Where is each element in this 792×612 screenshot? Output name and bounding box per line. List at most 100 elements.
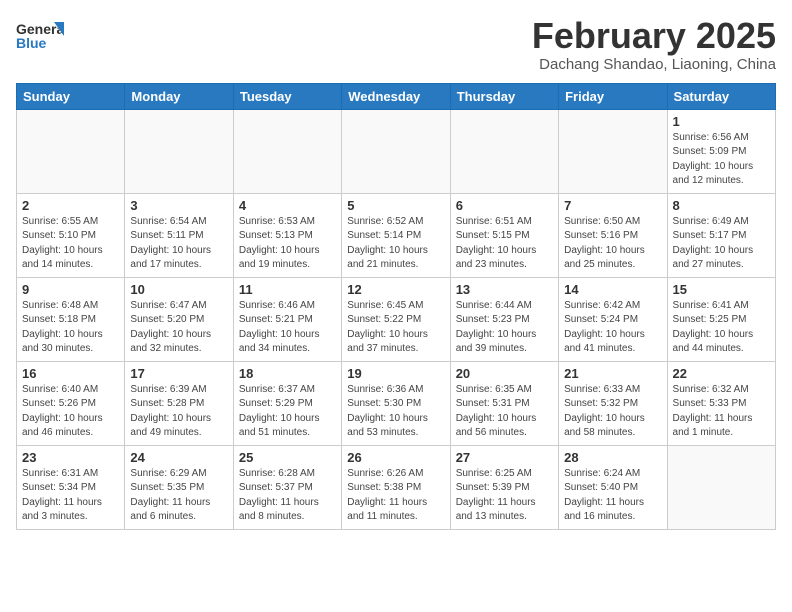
day-info: Sunrise: 6:47 AM Sunset: 5:20 PM Dayligh…	[130, 299, 227, 357]
day-info: Sunrise: 6:32 AM Sunset: 5:33 PM Dayligh…	[673, 383, 770, 441]
day-info: Sunrise: 6:33 AM Sunset: 5:32 PM Dayligh…	[564, 383, 661, 441]
calendar-header-row: SundayMondayTuesdayWednesdayThursdayFrid…	[17, 83, 776, 109]
day-number: 4	[239, 198, 336, 213]
day-info: Sunrise: 6:25 AM Sunset: 5:39 PM Dayligh…	[456, 467, 553, 525]
day-cell: 4 Sunrise: 6:53 AM Sunset: 5:13 PM Daylig…	[233, 193, 341, 277]
svg-text:Blue: Blue	[16, 35, 47, 51]
week-row-4: 23 Sunrise: 6:31 AM Sunset: 5:34 PM Dayli…	[17, 445, 776, 529]
day-info: Sunrise: 6:55 AM Sunset: 5:10 PM Dayligh…	[22, 215, 119, 273]
day-number: 3	[130, 198, 227, 213]
day-number: 17	[130, 366, 227, 381]
day-cell: 5 Sunrise: 6:52 AM Sunset: 5:14 PM Daylig…	[342, 193, 450, 277]
day-info: Sunrise: 6:46 AM Sunset: 5:21 PM Dayligh…	[239, 299, 336, 357]
col-header-tuesday: Tuesday	[233, 83, 341, 109]
day-number: 8	[673, 198, 770, 213]
day-info: Sunrise: 6:26 AM Sunset: 5:38 PM Dayligh…	[347, 467, 444, 525]
day-info: Sunrise: 6:42 AM Sunset: 5:24 PM Dayligh…	[564, 299, 661, 357]
week-row-3: 16 Sunrise: 6:40 AM Sunset: 5:26 PM Dayli…	[17, 361, 776, 445]
day-info: Sunrise: 6:49 AM Sunset: 5:17 PM Dayligh…	[673, 215, 770, 273]
month-year-title: February 2025	[532, 16, 776, 56]
day-cell: 16 Sunrise: 6:40 AM Sunset: 5:26 PM Dayli…	[17, 361, 125, 445]
day-number: 20	[456, 366, 553, 381]
day-cell: 18 Sunrise: 6:37 AM Sunset: 5:29 PM Dayli…	[233, 361, 341, 445]
day-info: Sunrise: 6:36 AM Sunset: 5:30 PM Dayligh…	[347, 383, 444, 441]
col-header-friday: Friday	[559, 83, 667, 109]
calendar-table: SundayMondayTuesdayWednesdayThursdayFrid…	[16, 83, 776, 530]
day-cell: 9Sunrise: 6:48 AM Sunset: 5:18 PM Daylig…	[17, 277, 125, 361]
day-cell: 22 Sunrise: 6:32 AM Sunset: 5:33 PM Dayli…	[667, 361, 775, 445]
day-info: Sunrise: 6:31 AM Sunset: 5:34 PM Dayligh…	[22, 467, 119, 525]
day-cell: 24 Sunrise: 6:29 AM Sunset: 5:35 PM Dayli…	[125, 445, 233, 529]
day-cell	[559, 109, 667, 193]
day-info: Sunrise: 6:53 AM Sunset: 5:13 PM Dayligh…	[239, 215, 336, 273]
day-number: 18	[239, 366, 336, 381]
day-number: 28	[564, 450, 661, 465]
day-number: 13	[456, 282, 553, 297]
day-cell: 25 Sunrise: 6:28 AM Sunset: 5:37 PM Dayli…	[233, 445, 341, 529]
day-cell: 28 Sunrise: 6:24 AM Sunset: 5:40 PM Dayli…	[559, 445, 667, 529]
day-info: Sunrise: 6:29 AM Sunset: 5:35 PM Dayligh…	[130, 467, 227, 525]
col-header-monday: Monday	[125, 83, 233, 109]
day-number: 15	[673, 282, 770, 297]
day-info: Sunrise: 6:24 AM Sunset: 5:40 PM Dayligh…	[564, 467, 661, 525]
day-number: 14	[564, 282, 661, 297]
day-number: 11	[239, 282, 336, 297]
day-cell	[667, 445, 775, 529]
day-cell: 19 Sunrise: 6:36 AM Sunset: 5:30 PM Dayli…	[342, 361, 450, 445]
day-cell	[233, 109, 341, 193]
day-info: Sunrise: 6:41 AM Sunset: 5:25 PM Dayligh…	[673, 299, 770, 357]
col-header-sunday: Sunday	[17, 83, 125, 109]
day-cell: 15 Sunrise: 6:41 AM Sunset: 5:25 PM Dayli…	[667, 277, 775, 361]
day-info: Sunrise: 6:40 AM Sunset: 5:26 PM Dayligh…	[22, 383, 119, 441]
day-info: Sunrise: 6:39 AM Sunset: 5:28 PM Dayligh…	[130, 383, 227, 441]
day-cell: 14 Sunrise: 6:42 AM Sunset: 5:24 PM Dayli…	[559, 277, 667, 361]
week-row-0: 1 Sunrise: 6:56 AM Sunset: 5:09 PM Daylig…	[17, 109, 776, 193]
day-info: Sunrise: 6:51 AM Sunset: 5:15 PM Dayligh…	[456, 215, 553, 273]
title-block: February 2025 Dachang Shandao, Liaoning,…	[532, 16, 776, 73]
day-number: 21	[564, 366, 661, 381]
day-number: 23	[22, 450, 119, 465]
day-cell: 2Sunrise: 6:55 AM Sunset: 5:10 PM Daylig…	[17, 193, 125, 277]
day-number: 26	[347, 450, 444, 465]
day-number: 25	[239, 450, 336, 465]
day-info: Sunrise: 6:54 AM Sunset: 5:11 PM Dayligh…	[130, 215, 227, 273]
day-info: Sunrise: 6:56 AM Sunset: 5:09 PM Dayligh…	[673, 131, 770, 189]
day-cell: 26 Sunrise: 6:26 AM Sunset: 5:38 PM Dayli…	[342, 445, 450, 529]
day-info: Sunrise: 6:37 AM Sunset: 5:29 PM Dayligh…	[239, 383, 336, 441]
day-number: 10	[130, 282, 227, 297]
day-cell: 20 Sunrise: 6:35 AM Sunset: 5:31 PM Dayli…	[450, 361, 558, 445]
day-info: Sunrise: 6:28 AM Sunset: 5:37 PM Dayligh…	[239, 467, 336, 525]
day-cell: 12 Sunrise: 6:45 AM Sunset: 5:22 PM Dayli…	[342, 277, 450, 361]
day-number: 7	[564, 198, 661, 213]
day-cell: 17 Sunrise: 6:39 AM Sunset: 5:28 PM Dayli…	[125, 361, 233, 445]
day-number: 6	[456, 198, 553, 213]
day-cell: 6 Sunrise: 6:51 AM Sunset: 5:15 PM Daylig…	[450, 193, 558, 277]
day-number: 27	[456, 450, 553, 465]
day-cell	[17, 109, 125, 193]
day-cell: 13Sunrise: 6:44 AM Sunset: 5:23 PM Dayli…	[450, 277, 558, 361]
day-number: 19	[347, 366, 444, 381]
day-number: 22	[673, 366, 770, 381]
day-cell	[450, 109, 558, 193]
day-info: Sunrise: 6:52 AM Sunset: 5:14 PM Dayligh…	[347, 215, 444, 273]
day-number: 12	[347, 282, 444, 297]
day-number: 24	[130, 450, 227, 465]
day-cell: 1 Sunrise: 6:56 AM Sunset: 5:09 PM Daylig…	[667, 109, 775, 193]
day-cell	[342, 109, 450, 193]
day-cell: 7Sunrise: 6:50 AM Sunset: 5:16 PM Daylig…	[559, 193, 667, 277]
logo: General Blue	[16, 16, 64, 60]
day-cell: 10 Sunrise: 6:47 AM Sunset: 5:20 PM Dayli…	[125, 277, 233, 361]
day-info: Sunrise: 6:35 AM Sunset: 5:31 PM Dayligh…	[456, 383, 553, 441]
week-row-2: 9Sunrise: 6:48 AM Sunset: 5:18 PM Daylig…	[17, 277, 776, 361]
day-cell: 21 Sunrise: 6:33 AM Sunset: 5:32 PM Dayli…	[559, 361, 667, 445]
day-cell: 11 Sunrise: 6:46 AM Sunset: 5:21 PM Dayli…	[233, 277, 341, 361]
day-info: Sunrise: 6:45 AM Sunset: 5:22 PM Dayligh…	[347, 299, 444, 357]
col-header-saturday: Saturday	[667, 83, 775, 109]
col-header-thursday: Thursday	[450, 83, 558, 109]
day-number: 16	[22, 366, 119, 381]
col-header-wednesday: Wednesday	[342, 83, 450, 109]
day-cell: 8 Sunrise: 6:49 AM Sunset: 5:17 PM Daylig…	[667, 193, 775, 277]
day-cell: 3 Sunrise: 6:54 AM Sunset: 5:11 PM Daylig…	[125, 193, 233, 277]
day-number: 1	[673, 114, 770, 129]
day-number: 5	[347, 198, 444, 213]
